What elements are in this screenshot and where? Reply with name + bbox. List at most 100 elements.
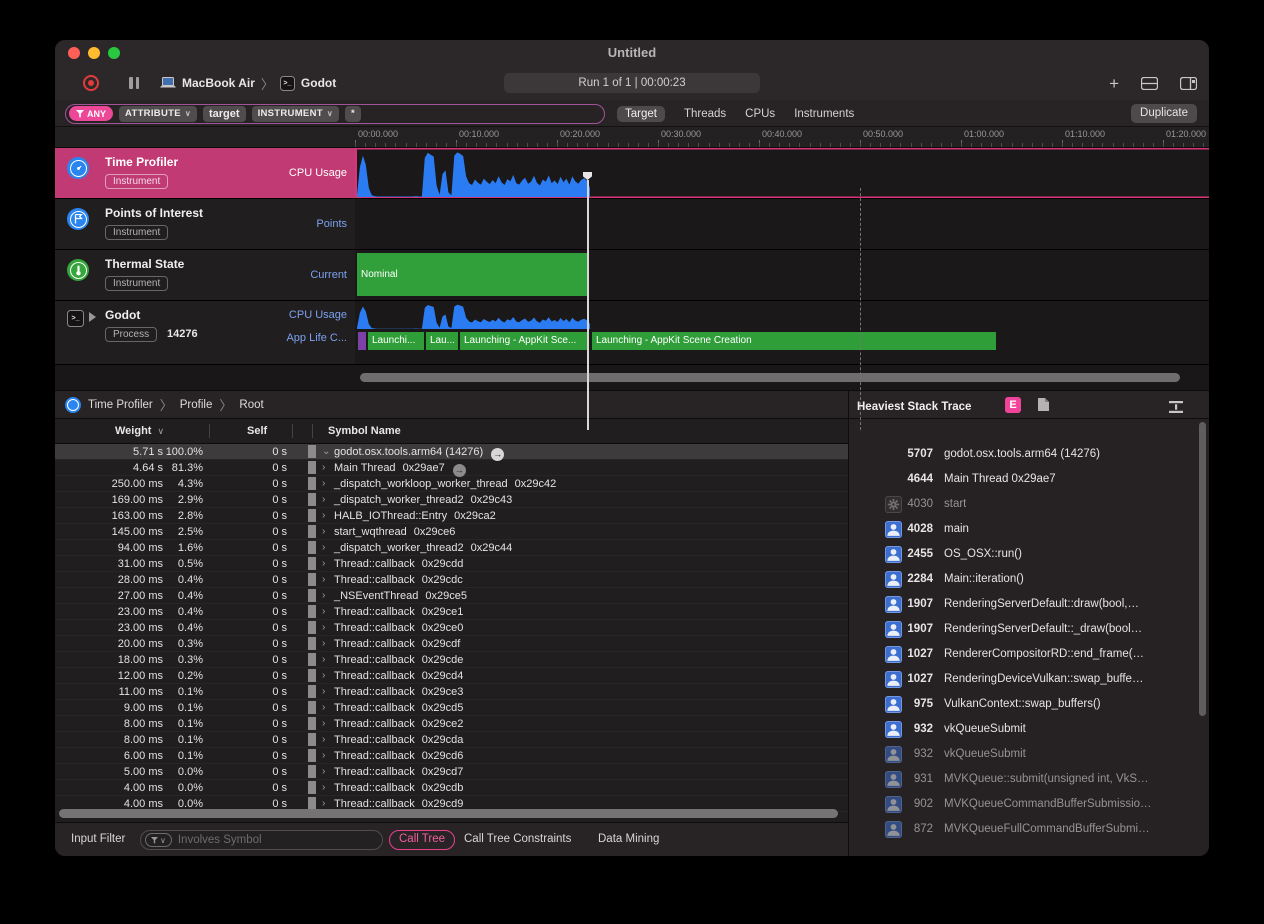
call-tree-row[interactable]: 4.64 s81.3%0 s›Main Thread0x29ae7→ — [55, 460, 848, 476]
extended-detail-tab-icon[interactable]: E — [1005, 397, 1021, 413]
record-button[interactable] — [83, 75, 99, 91]
stack-trace-row[interactable]: 2284Main::iteration() — [849, 568, 1209, 593]
filter-attribute-token[interactable]: ATTRIBUTE∨ — [119, 106, 197, 122]
disclosure-icon[interactable]: › — [322, 686, 325, 697]
stack-trace-row[interactable]: 2455OS_OSX::run() — [849, 543, 1209, 568]
focus-arrow-icon[interactable]: → — [491, 448, 504, 461]
disclosure-icon[interactable]: › — [322, 734, 325, 745]
call-tree-row[interactable]: 169.00 ms2.9%0 s›_dispatch_worker_thread… — [55, 492, 848, 508]
track-graph[interactable] — [355, 148, 1209, 199]
track-header[interactable]: Thermal StateInstrumentCurrent — [55, 250, 355, 301]
track-row-time-profiler[interactable]: Time ProfilerInstrumentCPU Usage — [55, 148, 1209, 199]
call-tree-hscrollbar-thumb[interactable] — [59, 809, 838, 818]
call-tree-row[interactable]: 20.00 ms0.3%0 s›Thread::callback0x29cdf — [55, 636, 848, 652]
tab-threads[interactable]: Threads — [684, 108, 726, 120]
thermal-state-segment[interactable]: Nominal — [357, 253, 588, 296]
stack-trace-row[interactable]: 902MVKQueueCommandBufferSubmissio… — [849, 793, 1209, 818]
disclosure-icon[interactable]: › — [322, 462, 325, 473]
disclosure-icon[interactable]: › — [322, 574, 325, 585]
tab-cpus[interactable]: CPUs — [745, 108, 775, 120]
bottom-pane-toggle-button[interactable] — [1141, 77, 1158, 90]
run-status[interactable]: Run 1 of 1 | 00:00:23 — [504, 73, 760, 93]
right-pane-toggle-button[interactable] — [1180, 77, 1197, 90]
disclosure-icon[interactable]: › — [322, 510, 325, 521]
disclosure-icon[interactable]: › — [322, 718, 325, 729]
call-tree-row[interactable]: 5.71 s100.0%0 s⌄godot.osx.tools.arm64 (1… — [55, 444, 848, 460]
call-tree-row[interactable]: 163.00 ms2.8%0 s›HALB_IOThread::Entry0x2… — [55, 508, 848, 524]
call-tree-row[interactable]: 250.00 ms4.3%0 s›_dispatch_workloop_work… — [55, 476, 848, 492]
call-tree-row[interactable]: 145.00 ms2.5%0 s›start_wqthread0x29ce6 — [55, 524, 848, 540]
column-header-self[interactable]: Self — [247, 425, 267, 437]
playhead[interactable] — [587, 180, 589, 430]
disclosure-icon[interactable]: › — [322, 526, 325, 537]
call-tree-row[interactable]: 94.00 ms1.6%0 s›_dispatch_worker_thread2… — [55, 540, 848, 556]
disclosure-icon[interactable]: › — [322, 622, 325, 633]
stack-trace-row[interactable]: 1027RenderingDeviceVulkan::swap_buffe… — [849, 668, 1209, 693]
disclosure-icon[interactable]: › — [322, 654, 325, 665]
call-tree-row[interactable]: 31.00 ms0.5%0 s›Thread::callback0x29cdd — [55, 556, 848, 572]
stack-trace-row[interactable]: 5707godot.osx.tools.arm64 (14276) — [849, 443, 1209, 468]
call-tree-row[interactable]: 9.00 ms0.1%0 s›Thread::callback0x29cd5 — [55, 700, 848, 716]
disclosure-icon[interactable]: › — [322, 782, 325, 793]
device-name[interactable]: MacBook Air — [182, 76, 255, 90]
disclosure-icon[interactable]: › — [322, 558, 325, 569]
filter-scope-menu[interactable]: ∨ — [145, 833, 172, 847]
breadcrumb-item[interactable]: Profile — [180, 399, 213, 411]
track-graph[interactable]: Nominal — [355, 250, 1209, 301]
track-row-godot[interactable]: >_GodotProcess14276CPU UsageApp Life C..… — [55, 301, 1209, 365]
call-tree-row[interactable]: 12.00 ms0.2%0 s›Thread::callback0x29cd4 — [55, 668, 848, 684]
disclosure-icon[interactable]: › — [322, 750, 325, 761]
call-tree-row[interactable]: 11.00 ms0.1%0 s›Thread::callback0x29ce3 — [55, 684, 848, 700]
track-header[interactable]: >_GodotProcess14276CPU UsageApp Life C..… — [55, 301, 355, 365]
disclosure-icon[interactable]: › — [322, 798, 325, 809]
disclosure-icon[interactable]: › — [322, 590, 325, 601]
disclosure-icon[interactable]: › — [322, 542, 325, 553]
disclosure-icon[interactable]: › — [322, 766, 325, 777]
disclosure-triangle-icon[interactable] — [89, 312, 96, 322]
track-graph[interactable] — [355, 199, 1209, 250]
stack-trace-row[interactable]: 4644Main Thread 0x29ae7 — [849, 468, 1209, 493]
disclosure-icon[interactable]: › — [322, 670, 325, 681]
lifecycle-segment[interactable]: Launching - AppKit Scene Creation — [591, 332, 996, 350]
filter-target-token[interactable]: target — [203, 106, 246, 122]
stack-trace-row[interactable]: 4028main — [849, 518, 1209, 543]
call-tree-row[interactable]: 27.00 ms0.4%0 s›_NSEventThread0x29ce5 — [55, 588, 848, 604]
track-header[interactable]: Time ProfilerInstrumentCPU Usage — [55, 148, 355, 199]
stack-trace-row[interactable]: 932vkQueueSubmit — [849, 718, 1209, 743]
breadcrumb-item[interactable]: Root — [239, 399, 263, 411]
call-tree-row[interactable]: 28.00 ms0.4%0 s›Thread::callback0x29cdc — [55, 572, 848, 588]
call-tree-row[interactable]: 6.00 ms0.1%0 s›Thread::callback0x29cd6 — [55, 748, 848, 764]
call-tree-row[interactable]: 23.00 ms0.4%0 s›Thread::callback0x29ce0 — [55, 620, 848, 636]
filter-any-token[interactable]: ANY — [69, 106, 113, 121]
stack-trace-row[interactable]: 4030start — [849, 493, 1209, 518]
filter-wildcard-token[interactable]: * — [345, 106, 361, 122]
stack-trace-row[interactable]: 1907RenderingServerDefault::draw(bool,… — [849, 593, 1209, 618]
track-row-points-of-interest[interactable]: Points of InterestInstrumentPoints — [55, 199, 1209, 250]
call-tree-constraints-button[interactable]: Call Tree Constraints — [464, 833, 571, 845]
lifecycle-segment[interactable]: Launchi... — [367, 332, 424, 350]
stack-trace-row[interactable]: 1027RendererCompositorRD::end_frame(… — [849, 643, 1209, 668]
lifecycle-segment[interactable]: Launching - AppKit Sce... — [459, 332, 588, 350]
track-header[interactable]: Points of InterestInstrumentPoints — [55, 199, 355, 250]
duplicate-button[interactable]: Duplicate — [1131, 104, 1197, 123]
stack-trace-row[interactable]: 932vkQueueSubmit — [849, 743, 1209, 768]
filter-instrument-token[interactable]: INSTRUMENT∨ — [252, 106, 339, 122]
disclosure-icon[interactable]: › — [322, 478, 325, 489]
tab-target[interactable]: Target — [617, 106, 665, 122]
call-tree-row[interactable]: 5.00 ms0.0%0 s›Thread::callback0x29cd7 — [55, 764, 848, 780]
disclosure-icon[interactable]: › — [322, 494, 325, 505]
disclosure-icon[interactable]: › — [322, 606, 325, 617]
lifecycle-segment[interactable] — [357, 332, 366, 350]
call-tree-button[interactable]: Call Tree — [389, 830, 455, 850]
call-tree-row[interactable]: 23.00 ms0.4%0 s›Thread::callback0x29ce1 — [55, 604, 848, 620]
pause-button[interactable] — [129, 77, 139, 89]
track-graph[interactable]: Launchi...Lau...Launching - AppKit Sce..… — [355, 301, 1209, 365]
stack-trace-row[interactable]: 1907RenderingServerDefault::_draw(bool… — [849, 618, 1209, 643]
timeline-scrollbar-thumb[interactable] — [360, 373, 1180, 382]
stack-scrollbar-thumb[interactable] — [1199, 422, 1206, 716]
data-mining-button[interactable]: Data Mining — [598, 833, 659, 845]
focus-arrow-icon[interactable]: → — [453, 464, 466, 477]
call-tree-row[interactable]: 18.00 ms0.3%0 s›Thread::callback0x29cde — [55, 652, 848, 668]
target-app-name[interactable]: Godot — [301, 76, 336, 90]
call-tree-row[interactable]: 4.00 ms0.0%0 s›Thread::callback0x29cdb — [55, 780, 848, 796]
